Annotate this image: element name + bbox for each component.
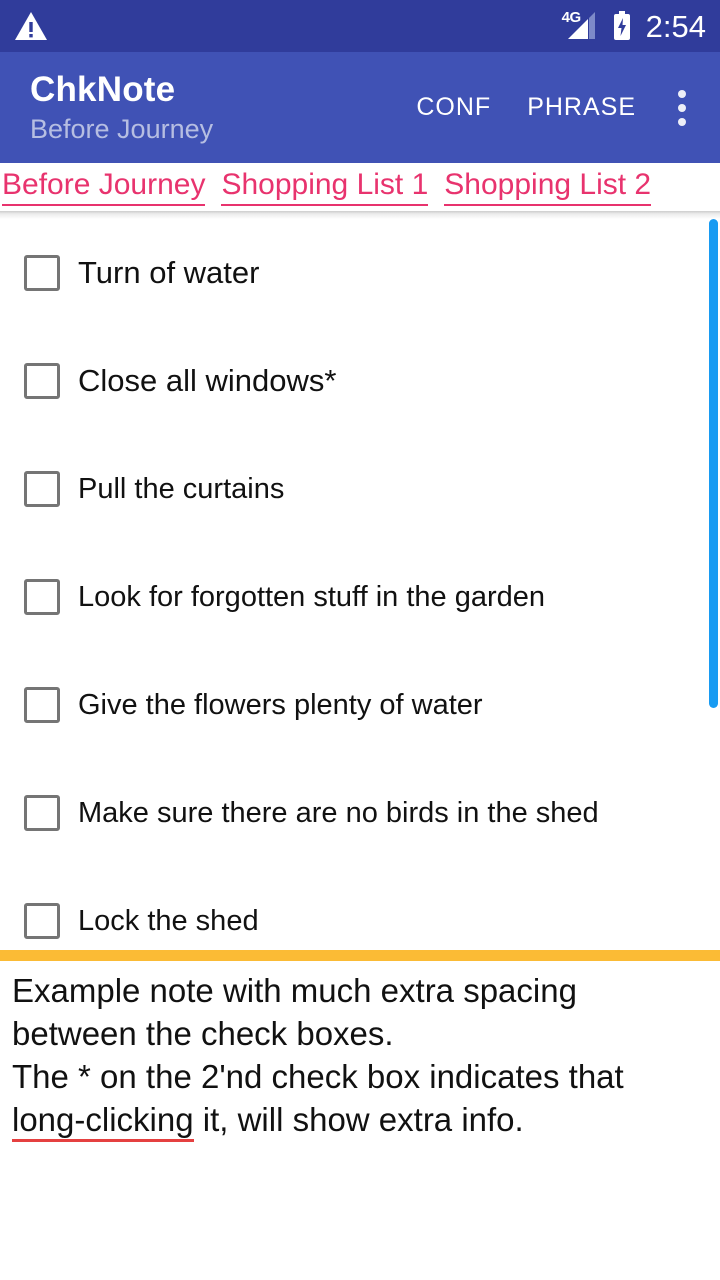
tab-strip-shadow: [0, 211, 720, 219]
list-item-label: Pull the curtains: [78, 473, 285, 505]
tab-before-journey[interactable]: Before Journey: [2, 168, 206, 206]
note-line-2: between the check boxes.: [12, 1015, 394, 1052]
phrase-button[interactable]: PHRASE: [509, 79, 654, 136]
checklist: Turn of water Close all windows* Pull th…: [0, 219, 720, 950]
checkbox-icon[interactable]: [24, 471, 60, 507]
list-item[interactable]: Turn of water: [0, 219, 720, 327]
warning-triangle-icon: [14, 11, 48, 41]
status-bar: 4G 2:54: [0, 0, 720, 52]
list-item[interactable]: Give the flowers plenty of water: [0, 651, 720, 759]
checkbox-icon[interactable]: [24, 255, 60, 291]
tab-strip[interactable]: Before Journey Shopping List 1 Shopping …: [0, 163, 720, 211]
app-screen: 4G 2:54 ChkNote Before Journey CONF PHRA…: [0, 0, 720, 1280]
tab-shopping-list-2[interactable]: Shopping List 2: [444, 168, 652, 206]
list-item-label: Close all windows*: [78, 363, 337, 398]
list-item[interactable]: Look for forgotten stuff in the garden: [0, 543, 720, 651]
overflow-dot: [678, 103, 686, 112]
more-vertical-icon[interactable]: [654, 73, 710, 143]
spellcheck-word: long-clicking: [12, 1101, 194, 1142]
checkbox-icon[interactable]: [24, 579, 60, 615]
list-item-label: Look for forgotten stuff in the garden: [78, 581, 546, 613]
overflow-dot: [678, 89, 686, 98]
checkbox-icon[interactable]: [24, 903, 60, 939]
note-line-1: Example note with much extra spacing: [12, 972, 577, 1009]
app-subtitle: Before Journey: [30, 114, 214, 144]
signal-bars-icon: 4G: [562, 10, 598, 41]
note-line-3: The * on the 2'nd check box indicates th…: [12, 1058, 624, 1095]
list-item[interactable]: Close all windows*: [0, 327, 720, 435]
note-panel[interactable]: Example note with much extra spacing bet…: [0, 961, 720, 1280]
status-bar-left: [14, 11, 48, 41]
app-bar-actions: CONF PHRASE: [398, 73, 720, 143]
battery-charging-icon: [612, 11, 632, 41]
list-item[interactable]: Pull the curtains: [0, 435, 720, 543]
conf-button[interactable]: CONF: [398, 79, 509, 136]
list-item-label: Give the flowers plenty of water: [78, 689, 483, 721]
scrollbar-thumb[interactable]: [709, 219, 718, 708]
checkbox-icon[interactable]: [24, 795, 60, 831]
overflow-dot: [678, 117, 686, 126]
status-bar-clock: 2:54: [645, 8, 706, 44]
scrollbar-track[interactable]: [709, 219, 720, 950]
list-item[interactable]: Make sure there are no birds in the shed: [0, 759, 720, 867]
list-item[interactable]: Lock the shed: [0, 867, 720, 950]
tab-shopping-list-1[interactable]: Shopping List 1: [221, 168, 429, 206]
note-line-4: long-clicking it, will show extra info.: [12, 1098, 706, 1142]
status-bar-right: 4G 2:54: [562, 8, 706, 44]
section-divider: [0, 950, 720, 961]
list-item-label: Make sure there are no birds in the shed: [78, 797, 599, 829]
checkbox-icon[interactable]: [24, 687, 60, 723]
app-bar-titles: ChkNote Before Journey: [0, 69, 213, 146]
list-item-label: Turn of water: [78, 255, 260, 290]
checkbox-icon[interactable]: [24, 363, 60, 399]
app-title: ChkNote: [30, 70, 176, 109]
list-item-label: Lock the shed: [78, 905, 259, 937]
app-bar: ChkNote Before Journey CONF PHRASE: [0, 52, 720, 163]
note-line-4-rest: it, will show extra info.: [193, 1101, 524, 1138]
